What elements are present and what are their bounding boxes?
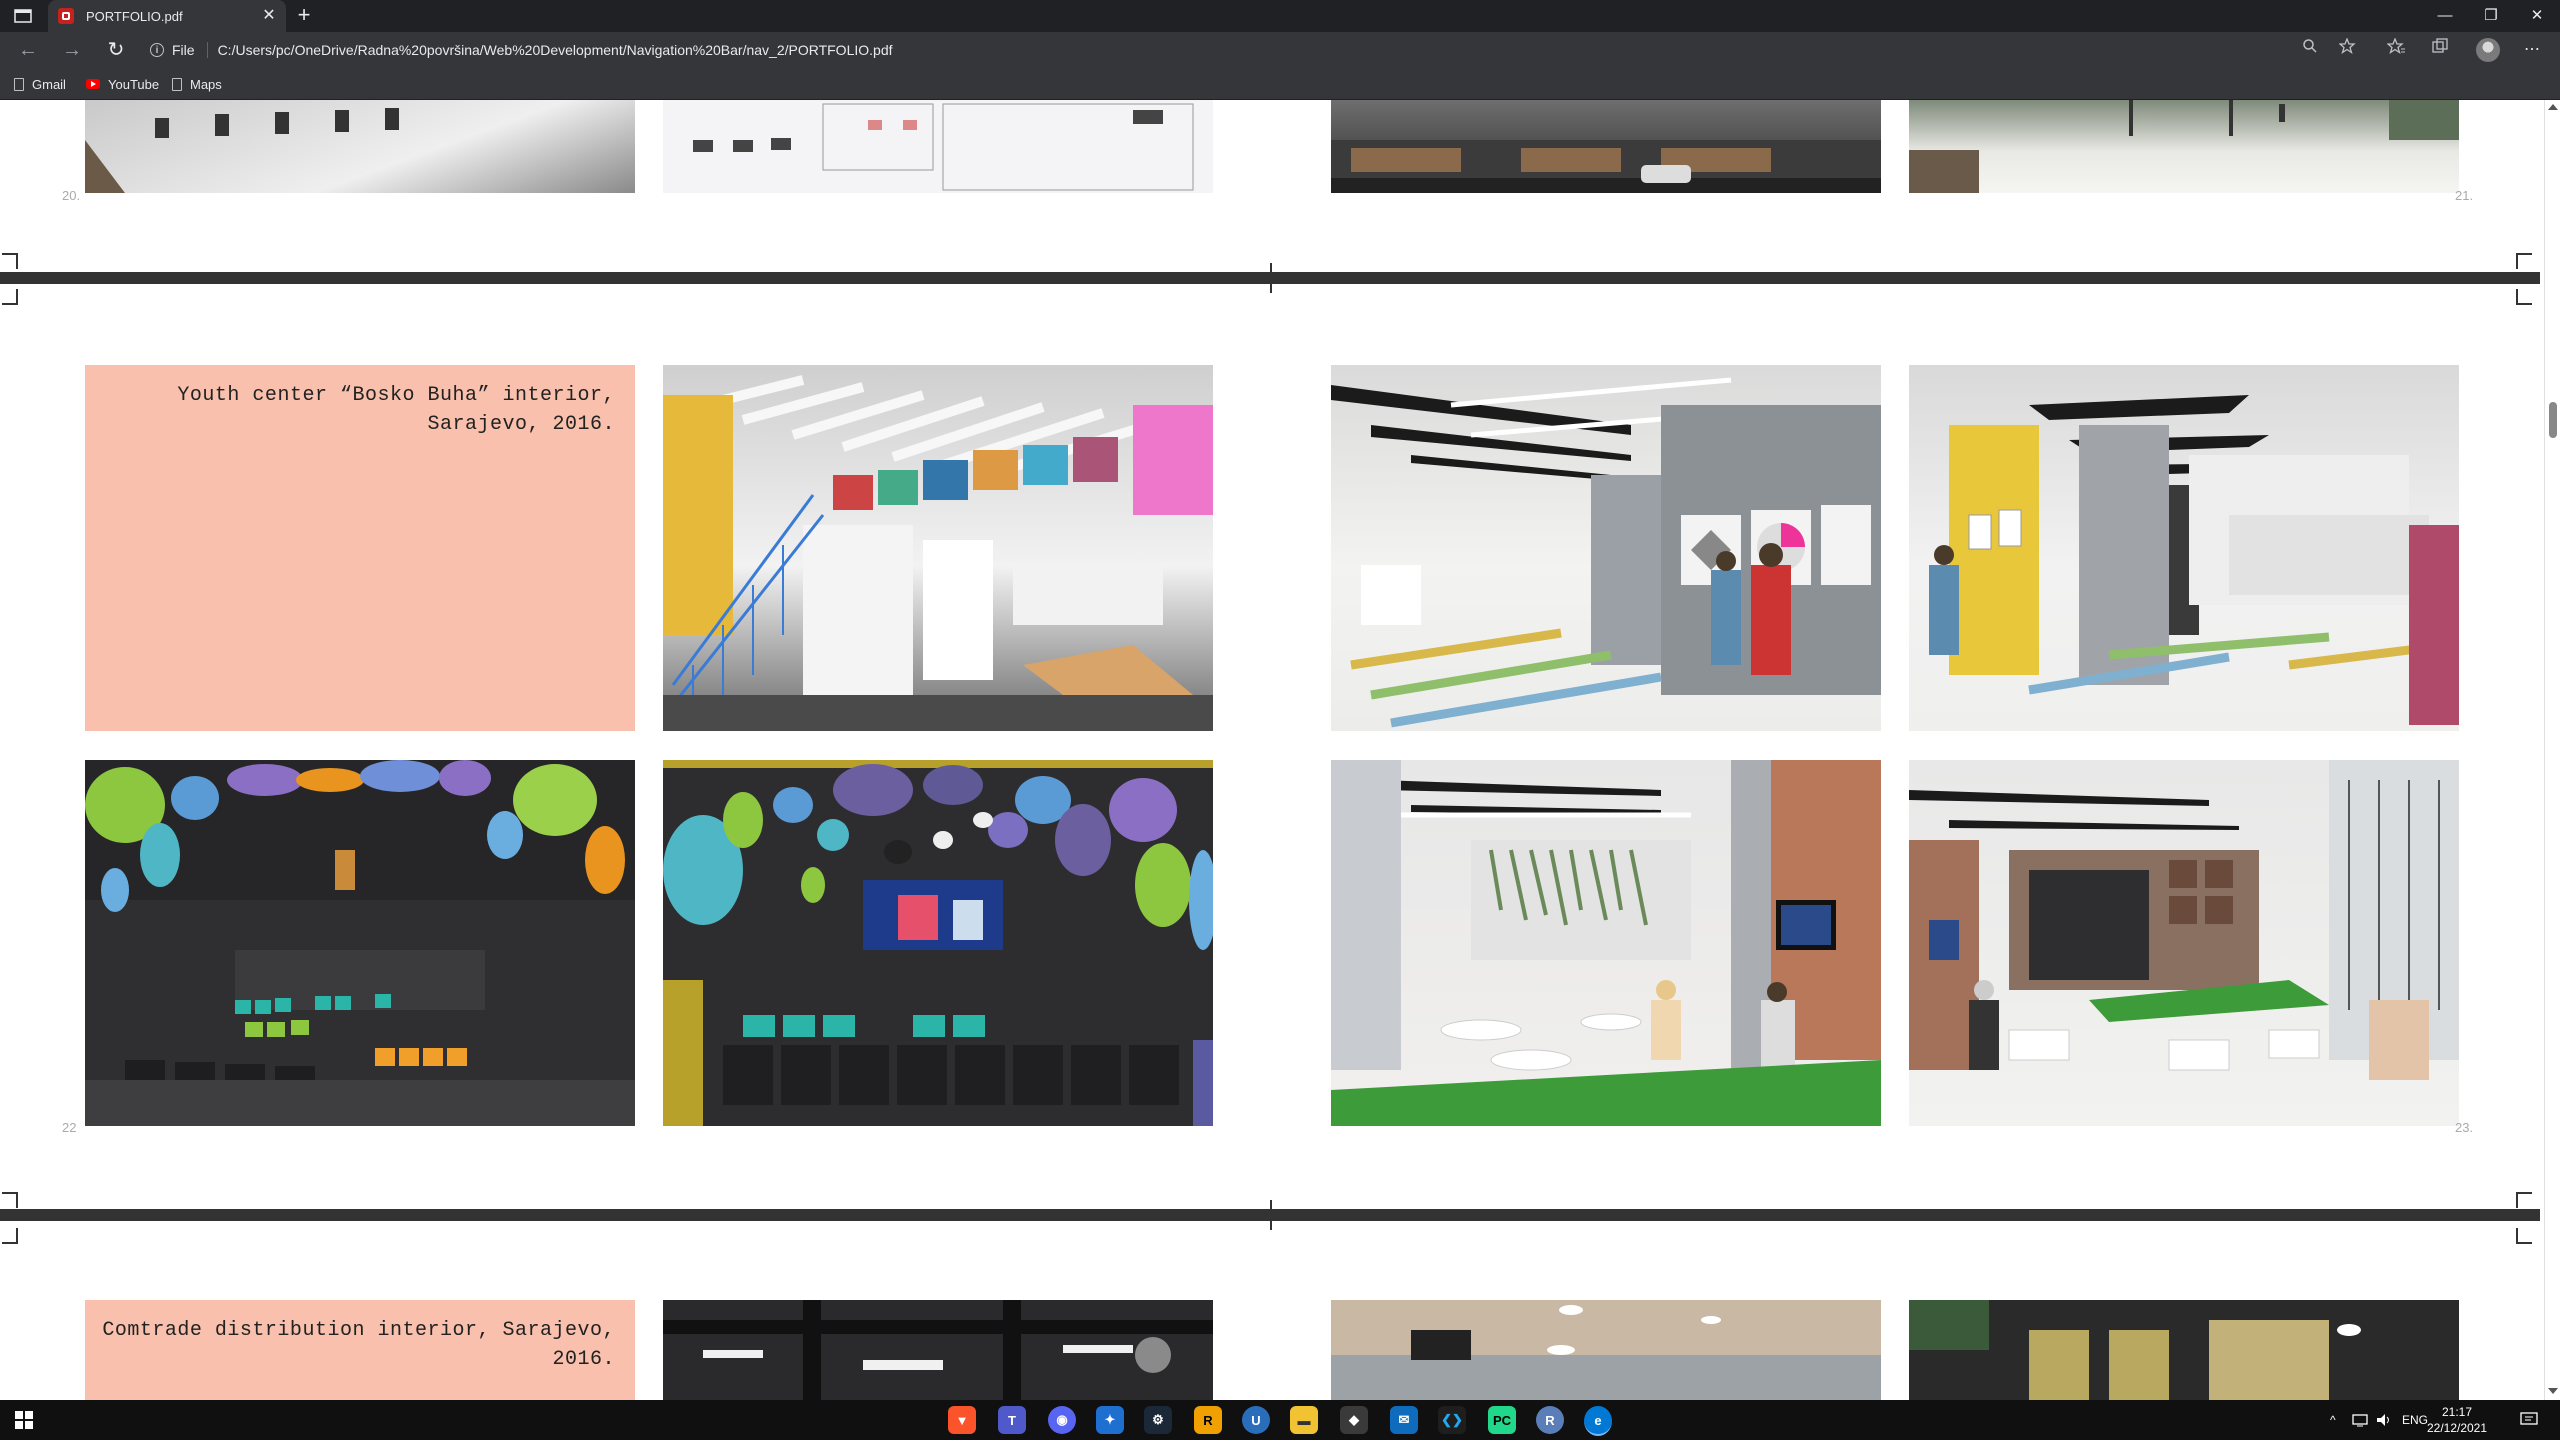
render-image-cafe-green [1331,760,1881,1126]
scrollbar-thumb[interactable] [2549,402,2557,438]
notifications-icon[interactable] [2520,1400,2538,1440]
bookmark-gmail[interactable]: Gmail [14,74,66,94]
pycharm-icon[interactable]: PC [1488,1406,1516,1434]
center-mark [1270,263,1272,293]
steam-icon[interactable]: ⚙ [1144,1406,1172,1434]
edge-browser-icon[interactable]: e [1584,1406,1612,1436]
maximize-button[interactable]: ❐ [2468,0,2514,32]
render-image-cinema-screen [663,760,1213,1126]
vscode-icon[interactable]: ❮❯ [1438,1406,1466,1434]
minimize-button[interactable]: — [2422,0,2468,32]
show-hidden-icons[interactable]: ^ [2330,1400,2336,1440]
render-image-library [663,365,1213,731]
crop-mark [2516,289,2532,305]
browser-toolbar: ← → ↻ i File C:/Users/pc/OneDrive/Radna%… [0,32,2560,68]
favorites-icon[interactable] [2384,37,2408,62]
render-image-cafe-brick [1909,760,2459,1126]
system-clock[interactable]: 21:17 22/12/2021 [2422,1404,2492,1436]
render-image-plaza [1909,100,2459,193]
clock-date: 22/12/2021 [2426,1421,2488,1435]
render-image-cinema-back [85,760,635,1126]
teams-icon[interactable]: T [998,1406,1026,1434]
window-menu-icon[interactable] [12,7,34,25]
r-language-icon[interactable]: R [1536,1406,1564,1434]
render-image-office-lounge [1331,1300,1881,1400]
caption-box: Youth center “Bosko Buha” interior, Sara… [85,365,635,731]
bookmark-maps[interactable]: Maps [172,74,222,94]
pdf-file-icon [58,8,74,24]
collections-icon[interactable] [2428,38,2452,62]
crop-mark [2516,1228,2532,1244]
network-icon[interactable] [2352,1400,2368,1440]
bookmark-label: Maps [190,76,222,92]
youtube-icon [86,79,100,89]
render-image-plan [663,100,1213,193]
battle-net-icon[interactable]: ✦ [1096,1406,1124,1434]
caption-box: Comtrade distribution interior, Sarajevo… [85,1300,635,1400]
scroll-up-arrow-icon[interactable] [2548,104,2558,110]
vertical-scrollbar[interactable] [2544,100,2560,1400]
scroll-down-arrow-icon[interactable] [2548,1388,2558,1394]
zoom-icon[interactable] [2298,38,2322,62]
back-button[interactable]: ← [16,38,40,62]
git-kraken-icon[interactable]: ◆ [1340,1406,1368,1434]
more-menu-icon[interactable]: ⋯ [2520,38,2544,62]
reload-button[interactable]: ↻ [104,38,128,62]
crop-mark [2,289,18,305]
bookmarks-bar: Gmail YouTube Maps [0,68,2560,100]
bookmark-label: Gmail [32,76,66,92]
crop-mark [2516,253,2532,269]
page-number: 20. [62,188,81,203]
page-number: 21. [2455,188,2474,203]
render-image-building-street [1331,100,1881,193]
project-caption: Comtrade distribution interior, Sarajevo… [102,1319,615,1371]
taskbar: ▼ T ◉ ✦ ⚙ R U ▬ ◆ ✉ ❮❯ PC R e ^ ENG 21:1… [0,1400,2560,1440]
project-caption: Youth center “Bosko Buha” interior, Sara… [177,384,615,436]
crop-mark [2,1192,18,1208]
page-icon [14,77,24,91]
address-bar[interactable]: i File C:/Users/pc/OneDrive/Radna%20povr… [150,36,2350,64]
mail-icon[interactable]: ✉ [1390,1406,1418,1434]
tab-strip: PORTFOLIO.pdf ✕ + — ❐ ✕ [0,0,2560,32]
page-number: 22 [62,1120,77,1135]
center-mark [1270,1200,1272,1230]
browser-tab[interactable]: PORTFOLIO.pdf ✕ [48,0,286,32]
page-number: 23. [2455,1120,2474,1135]
crop-mark [2,253,18,269]
profile-avatar[interactable] [2476,38,2500,62]
add-favorite-icon[interactable] [2336,37,2360,62]
crop-mark [2516,1192,2532,1208]
close-window-button[interactable]: ✕ [2514,0,2560,32]
pdf-viewer[interactable]: 20. 21. Youth center “Bosko Buha” interi… [0,100,2560,1400]
crop-mark [2,1228,18,1244]
ubisoft-icon[interactable]: U [1242,1406,1270,1434]
info-icon[interactable]: i [150,43,164,57]
file-explorer-icon[interactable]: ▬ [1290,1406,1318,1434]
tab-close-icon[interactable]: ✕ [258,5,280,27]
clock-time: 21:17 [2441,1405,2473,1419]
address-separator [206,42,208,58]
render-image-arcade [85,100,635,193]
render-image-hallway [1909,365,2459,731]
new-tab-button[interactable]: + [292,4,316,28]
page-icon [172,77,182,91]
render-image-lobby [1331,365,1881,731]
bookmark-youtube[interactable]: YouTube [86,74,159,94]
brave-browser-icon[interactable]: ▼ [948,1406,976,1434]
render-image-office-ceiling [663,1300,1213,1400]
volume-icon[interactable] [2376,1400,2392,1440]
forward-button[interactable]: → [60,38,84,62]
discord-icon[interactable]: ◉ [1048,1406,1076,1434]
windows-start-icon[interactable] [10,1406,38,1434]
url-text[interactable]: C:/Users/pc/OneDrive/Radna%20površina/We… [218,42,893,58]
render-image-office-glass [1909,1300,2459,1400]
bookmark-label: YouTube [108,76,160,92]
tab-title: PORTFOLIO.pdf [86,8,183,24]
url-scheme-label: File [172,42,195,58]
rockstar-launcher-icon[interactable]: R [1194,1406,1222,1434]
